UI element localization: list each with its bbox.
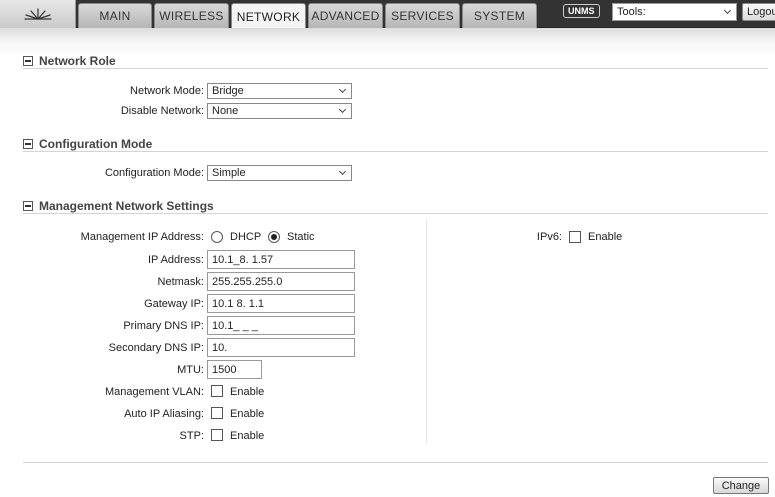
tab-network[interactable]: NETWORK [231, 3, 306, 29]
secondary-dns-input[interactable]: 10. [207, 338, 355, 357]
secondary-dns-label: Secondary DNS IP: [108, 342, 204, 354]
chevron-down-icon [339, 107, 347, 115]
unms-badge-label: UNMS [568, 6, 595, 16]
ipv6-enable-label: Enable [588, 231, 623, 243]
netmask-input[interactable]: 255.255.255.0 [207, 272, 355, 291]
network-role-title: Network Role [39, 54, 116, 68]
management-ip-mode-label: Management IP Address: [80, 231, 204, 243]
tools-select-value: Tools: [617, 6, 646, 18]
ubiquiti-logo-icon[interactable] [0, 0, 76, 28]
primary-dns-input[interactable]: 10.1_ _ _ [207, 316, 355, 335]
network-mode-value: Bridge [212, 85, 244, 97]
auto-ip-aliasing-enable-label: Enable [230, 408, 265, 420]
disable-network-select[interactable]: None [207, 103, 352, 119]
collapse-icon[interactable] [23, 56, 33, 66]
tools-select[interactable]: Tools: [612, 3, 737, 21]
stp-label: STP: [179, 430, 204, 442]
tab-services[interactable]: SERVICES [385, 3, 460, 28]
ipv6-label: IPv6: [536, 231, 562, 243]
auto-ip-aliasing-checkbox[interactable] [211, 407, 223, 419]
tab-main[interactable]: MAIN [78, 3, 152, 28]
mtu-label: MTU: [177, 364, 204, 376]
unms-badge[interactable]: UNMS [563, 4, 600, 18]
stp-enable-label: Enable [230, 430, 265, 442]
stp-checkbox[interactable] [211, 429, 223, 441]
top-navigation-bar: MAIN WIRELESS NETWORK ADVANCED SERVICES … [0, 0, 775, 29]
configuration-mode-title: Configuration Mode [39, 137, 153, 151]
section-divider [23, 68, 768, 69]
disable-network-label: Disable Network: [120, 105, 204, 117]
static-radio[interactable] [268, 231, 280, 243]
management-vlan-label: Management VLAN: [104, 386, 204, 398]
network-mode-label: Network Mode: [130, 85, 204, 97]
collapse-icon[interactable] [23, 139, 33, 149]
network-role-header[interactable]: Network Role [23, 54, 116, 68]
section-divider [23, 151, 768, 152]
section-divider [23, 213, 768, 214]
management-vlan-checkbox[interactable] [211, 385, 223, 397]
chevron-down-icon [339, 169, 347, 177]
tab-system[interactable]: SYSTEM [462, 3, 537, 28]
dhcp-label: DHCP [230, 231, 262, 243]
logo-glyph-icon [23, 8, 52, 20]
column-divider [426, 219, 427, 444]
auto-ip-aliasing-label: Auto IP Aliasing: [124, 408, 204, 420]
primary-dns-label: Primary DNS IP: [123, 320, 204, 332]
configuration-mode-value: Simple [212, 167, 246, 179]
management-vlan-enable-label: Enable [230, 386, 265, 398]
ip-address-label: IP Address: [147, 254, 204, 266]
configuration-mode-header[interactable]: Configuration Mode [23, 137, 152, 151]
chevron-down-icon [724, 8, 732, 16]
gateway-ip-input[interactable]: 10.1 8. 1.1 [207, 294, 355, 313]
collapse-icon[interactable] [23, 201, 33, 211]
chevron-down-icon [339, 87, 347, 95]
gateway-ip-label: Gateway IP: [144, 298, 204, 310]
ipv6-checkbox[interactable] [569, 231, 581, 243]
tab-wireless[interactable]: WIRELESS [154, 3, 229, 28]
netmask-label: Netmask: [157, 276, 204, 288]
ip-address-input[interactable]: 10.1_8. 1.57 [207, 250, 355, 269]
footer-divider [23, 462, 768, 463]
static-label: Static [287, 231, 315, 243]
configuration-mode-select[interactable]: Simple [207, 165, 352, 181]
dhcp-radio[interactable] [211, 231, 223, 243]
main-tabs: MAIN WIRELESS NETWORK ADVANCED SERVICES … [78, 3, 539, 29]
tab-advanced[interactable]: ADVANCED [308, 3, 383, 28]
network-mode-select[interactable]: Bridge [207, 83, 352, 99]
configuration-mode-label: Configuration Mode: [104, 167, 204, 179]
disable-network-value: None [212, 105, 239, 117]
mtu-input[interactable]: 1500 [207, 360, 262, 379]
logout-button[interactable]: Logout [742, 3, 775, 21]
management-network-title: Management Network Settings [39, 199, 214, 213]
change-button[interactable]: Change [713, 477, 769, 494]
management-network-header[interactable]: Management Network Settings [23, 199, 214, 213]
